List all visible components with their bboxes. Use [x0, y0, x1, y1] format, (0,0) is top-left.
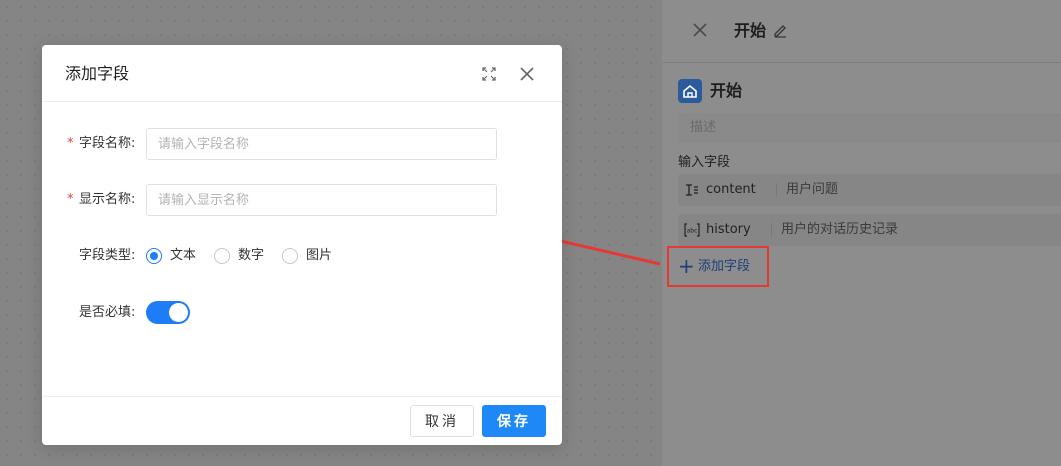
- input-field-row[interactable]: abc history 用户的对话历史记录: [678, 214, 1061, 246]
- panel-title: 开始: [734, 21, 767, 40]
- dialog-header: 添加字段: [42, 45, 562, 102]
- radio-number[interactable]: [214, 248, 230, 264]
- close-icon[interactable]: [517, 64, 537, 84]
- pencil-icon[interactable]: [772, 22, 788, 38]
- close-icon[interactable]: [690, 20, 710, 40]
- required-row: 是否必填:: [42, 297, 562, 329]
- description-input[interactable]: 描述: [678, 113, 1061, 143]
- display-name-input[interactable]: [146, 184, 497, 216]
- home-icon: [678, 79, 702, 103]
- field-description: 用户的对话历史记录: [781, 222, 899, 237]
- required-mark: *: [67, 192, 74, 207]
- switch-knob: [169, 303, 188, 322]
- inputs-section-label: 输入字段: [678, 155, 731, 170]
- field-name-input[interactable]: [146, 128, 497, 160]
- save-button[interactable]: 保存: [482, 405, 546, 437]
- required-switch[interactable]: [146, 301, 190, 324]
- dialog-footer: 取消 保存: [42, 396, 562, 445]
- node-config-panel: 开始 开始 描述 输入字段 content 用户问题 abc history 用…: [662, 0, 1061, 466]
- field-name: history: [706, 222, 751, 237]
- divider: [771, 223, 772, 237]
- plus-icon: +: [678, 254, 695, 278]
- input-field-row[interactable]: content 用户问题: [678, 174, 1061, 206]
- required-label: 是否必填:: [79, 305, 136, 320]
- radio-number-label[interactable]: 数字: [238, 240, 264, 272]
- abc-icon: abc: [684, 222, 700, 238]
- radio-image-label[interactable]: 图片: [306, 240, 332, 272]
- required-mark: *: [67, 136, 74, 151]
- svg-text:abc: abc: [687, 228, 698, 235]
- radio-text-label[interactable]: 文本: [170, 240, 196, 272]
- field-description: 用户问题: [786, 182, 839, 197]
- add-field-button[interactable]: + 添加字段: [667, 246, 769, 287]
- panel-header: 开始: [662, 0, 1061, 63]
- node-name: 开始: [710, 81, 743, 100]
- field-type-row: 字段类型: 文本 数字 图片: [42, 240, 562, 272]
- radio-text[interactable]: [146, 248, 162, 264]
- dialog-title: 添加字段: [65, 64, 130, 83]
- divider: [776, 183, 777, 197]
- field-name-row: * 字段名称:: [42, 128, 562, 160]
- text-icon: [684, 182, 700, 198]
- display-name-row: * 显示名称:: [42, 184, 562, 216]
- field-name-label: 字段名称:: [79, 136, 136, 151]
- radio-image[interactable]: [282, 248, 298, 264]
- cancel-button[interactable]: 取消: [410, 405, 474, 437]
- field-type-label: 字段类型:: [79, 248, 136, 263]
- add-field-label: 添加字段: [698, 259, 751, 274]
- add-field-dialog: 添加字段 * 字段名称: * 显示名称: 字段类型: 文本 数字 图片 是否必填…: [42, 45, 562, 445]
- fullscreen-icon[interactable]: [481, 66, 497, 82]
- field-name: content: [706, 182, 756, 197]
- display-name-label: 显示名称:: [79, 192, 136, 207]
